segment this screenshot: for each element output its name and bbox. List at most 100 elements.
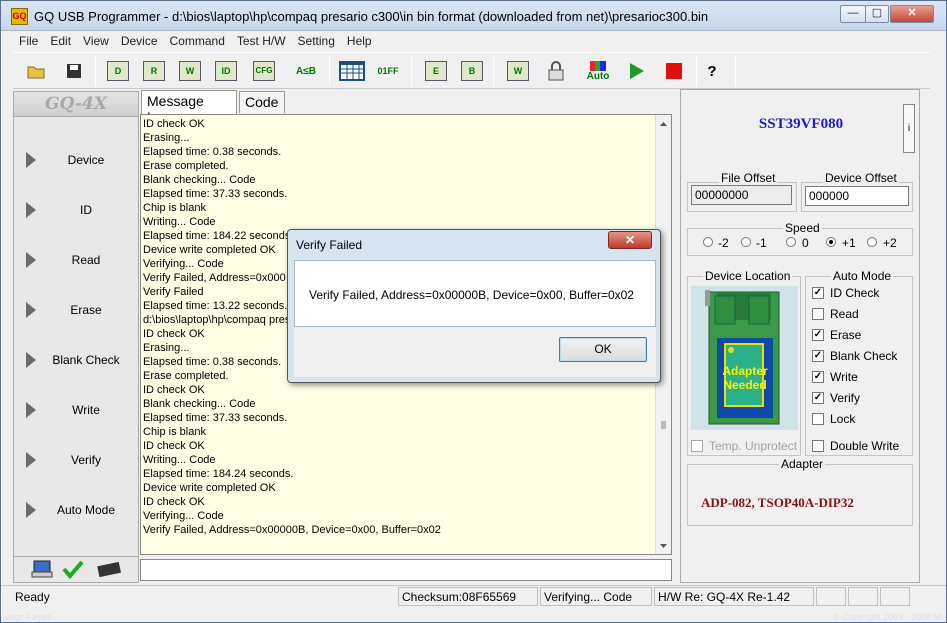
device-info-button[interactable]: i bbox=[903, 104, 915, 153]
auto-button[interactable]: Auto bbox=[583, 57, 613, 85]
device-name: SST39VF080 bbox=[758, 116, 844, 132]
sidebar-item-label: Blank Check bbox=[52, 353, 120, 367]
sidebar-item-verify[interactable]: Verify bbox=[14, 437, 138, 483]
status-hardware: H/W Re: GQ-4X Re-1.42 bbox=[654, 587, 814, 606]
scroll-thumb bbox=[661, 421, 666, 429]
triangle-right-icon bbox=[26, 302, 36, 318]
write-button[interactable]: W bbox=[175, 57, 205, 85]
close-button[interactable]: ✕ bbox=[890, 5, 934, 23]
tab-code[interactable]: Code bbox=[239, 91, 285, 113]
sidebar-item-label: Read bbox=[71, 253, 101, 267]
temp-unprotect-checkbox[interactable] bbox=[691, 440, 703, 452]
menu-help[interactable]: Help bbox=[341, 31, 378, 48]
run-button[interactable] bbox=[621, 57, 651, 85]
device-button[interactable]: D bbox=[103, 57, 133, 85]
menu-edit[interactable]: Edit bbox=[44, 31, 77, 48]
id-button[interactable]: ID bbox=[211, 57, 241, 85]
speed-option-label: -1 bbox=[756, 236, 767, 250]
stop-button[interactable] bbox=[659, 57, 689, 85]
toolbar-separator bbox=[411, 56, 412, 86]
hex-editor-button[interactable] bbox=[337, 57, 367, 85]
panel-scrollbar[interactable] bbox=[922, 89, 936, 583]
adapter-needed-label: Adapter Needed bbox=[722, 364, 768, 392]
maximize-button[interactable]: ▢ bbox=[865, 5, 889, 23]
blank-check-button[interactable]: B bbox=[457, 57, 487, 85]
auto-id-check-checkbox[interactable]: ✓ bbox=[812, 287, 824, 299]
double-write-checkbox[interactable] bbox=[812, 440, 824, 452]
chip-device-icon: D bbox=[107, 61, 129, 81]
log-line: Erasing... bbox=[143, 132, 190, 144]
config-button[interactable]: CFG bbox=[249, 57, 279, 85]
play-icon bbox=[630, 63, 644, 79]
auto-mode-group bbox=[805, 276, 913, 456]
title-bar[interactable]: GQ GQ USB Programmer - d:\bios\laptop\hp… bbox=[1, 1, 946, 31]
menu-command[interactable]: Command bbox=[164, 31, 231, 48]
auto-lock-checkbox[interactable] bbox=[812, 413, 824, 425]
auto-blank-check-checkbox[interactable]: ✓ bbox=[812, 350, 824, 362]
tab-message-log[interactable]: Message Log bbox=[141, 90, 237, 125]
open-file-button[interactable] bbox=[21, 57, 51, 85]
file-offset-field[interactable]: 00000000 bbox=[691, 185, 792, 205]
write-lock-button[interactable]: W bbox=[503, 57, 533, 85]
auto-write-checkbox[interactable]: ✓ bbox=[812, 371, 824, 383]
auto-erase-checkbox[interactable]: ✓ bbox=[812, 329, 824, 341]
menu-file[interactable]: File bbox=[13, 31, 44, 48]
command-input[interactable] bbox=[140, 559, 672, 581]
auto-option-label: Blank Check bbox=[830, 349, 898, 363]
dialog-close-button[interactable]: ✕ bbox=[608, 231, 652, 249]
auto-mode-label: Auto Mode bbox=[831, 269, 894, 283]
fill-button[interactable]: 01FF bbox=[373, 57, 403, 85]
temp-unprotect-label: Temp. Unprotect bbox=[709, 439, 798, 453]
chip-id-icon: ID bbox=[215, 61, 237, 81]
log-line: Writing... Code bbox=[143, 216, 216, 228]
help-button[interactable]: ? bbox=[697, 57, 727, 85]
sidebar-item-read[interactable]: Read bbox=[14, 237, 138, 283]
speed-radio-minus1[interactable] bbox=[741, 237, 751, 247]
minimize-button[interactable]: — bbox=[840, 5, 866, 23]
sidebar-item-label: ID bbox=[80, 203, 92, 217]
checkmark-icon bbox=[62, 560, 84, 580]
sidebar-item-id[interactable]: ID bbox=[14, 187, 138, 233]
auto-verify-checkbox[interactable]: ✓ bbox=[812, 392, 824, 404]
log-line: Verifying... Code bbox=[143, 510, 224, 522]
read-button[interactable]: R bbox=[139, 57, 169, 85]
lock-button[interactable] bbox=[541, 57, 571, 85]
menu-view[interactable]: View bbox=[77, 31, 115, 48]
dialog-message: Verify Failed, Address=0x00000B, Device=… bbox=[309, 288, 634, 302]
compare-button[interactable]: A≤B bbox=[291, 57, 321, 85]
chip-cfg-icon: CFG bbox=[253, 61, 275, 81]
triangle-right-icon bbox=[26, 152, 36, 168]
speed-option-label: 0 bbox=[802, 236, 809, 250]
speed-radio-0[interactable] bbox=[786, 237, 796, 247]
sidebar-item-erase[interactable]: Erase bbox=[14, 287, 138, 333]
sidebar-item-write[interactable]: Write bbox=[14, 387, 138, 433]
sidebar-item-auto-mode[interactable]: Auto Mode bbox=[14, 487, 138, 533]
menu-setting[interactable]: Setting bbox=[292, 31, 341, 48]
device-offset-label: Device Offset bbox=[823, 171, 899, 185]
device-location-label: Device Location bbox=[703, 269, 793, 283]
speed-radio-plus2[interactable] bbox=[867, 237, 877, 247]
chip-blank-icon: B bbox=[461, 61, 483, 81]
save-file-button[interactable] bbox=[59, 57, 89, 85]
sidebar-item-label: Device bbox=[67, 153, 105, 167]
toolbar-separator bbox=[329, 56, 330, 86]
auto-read-checkbox[interactable] bbox=[812, 308, 824, 320]
adapter-label: Adapter bbox=[779, 457, 826, 471]
menu-test-hw[interactable]: Test H/W bbox=[231, 31, 292, 48]
auto-option-label: Write bbox=[830, 370, 858, 384]
menu-device[interactable]: Device bbox=[115, 31, 164, 48]
chip-write-icon: W bbox=[179, 61, 201, 81]
auto-option-label: Verify bbox=[830, 391, 861, 405]
speed-radio-minus2[interactable] bbox=[703, 237, 713, 247]
sidebar-item-device[interactable]: Device bbox=[14, 137, 138, 183]
device-offset-field[interactable]: 000000 bbox=[805, 186, 909, 206]
sidebar-item-blank-check[interactable]: Blank Check bbox=[14, 337, 138, 383]
erase-button[interactable]: E bbox=[421, 57, 451, 85]
log-line: Erase completed. bbox=[143, 160, 229, 172]
toolbar: D R W ID CFG A≤B 01FF E B W Auto ? bbox=[13, 52, 930, 89]
triangle-right-icon bbox=[26, 502, 36, 518]
ok-button[interactable]: OK bbox=[559, 337, 647, 362]
speed-radio-plus1[interactable] bbox=[826, 237, 836, 247]
log-line: Elapsed time: 0.38 seconds. bbox=[143, 146, 282, 158]
socket-picture: Adapter Needed bbox=[691, 286, 798, 430]
